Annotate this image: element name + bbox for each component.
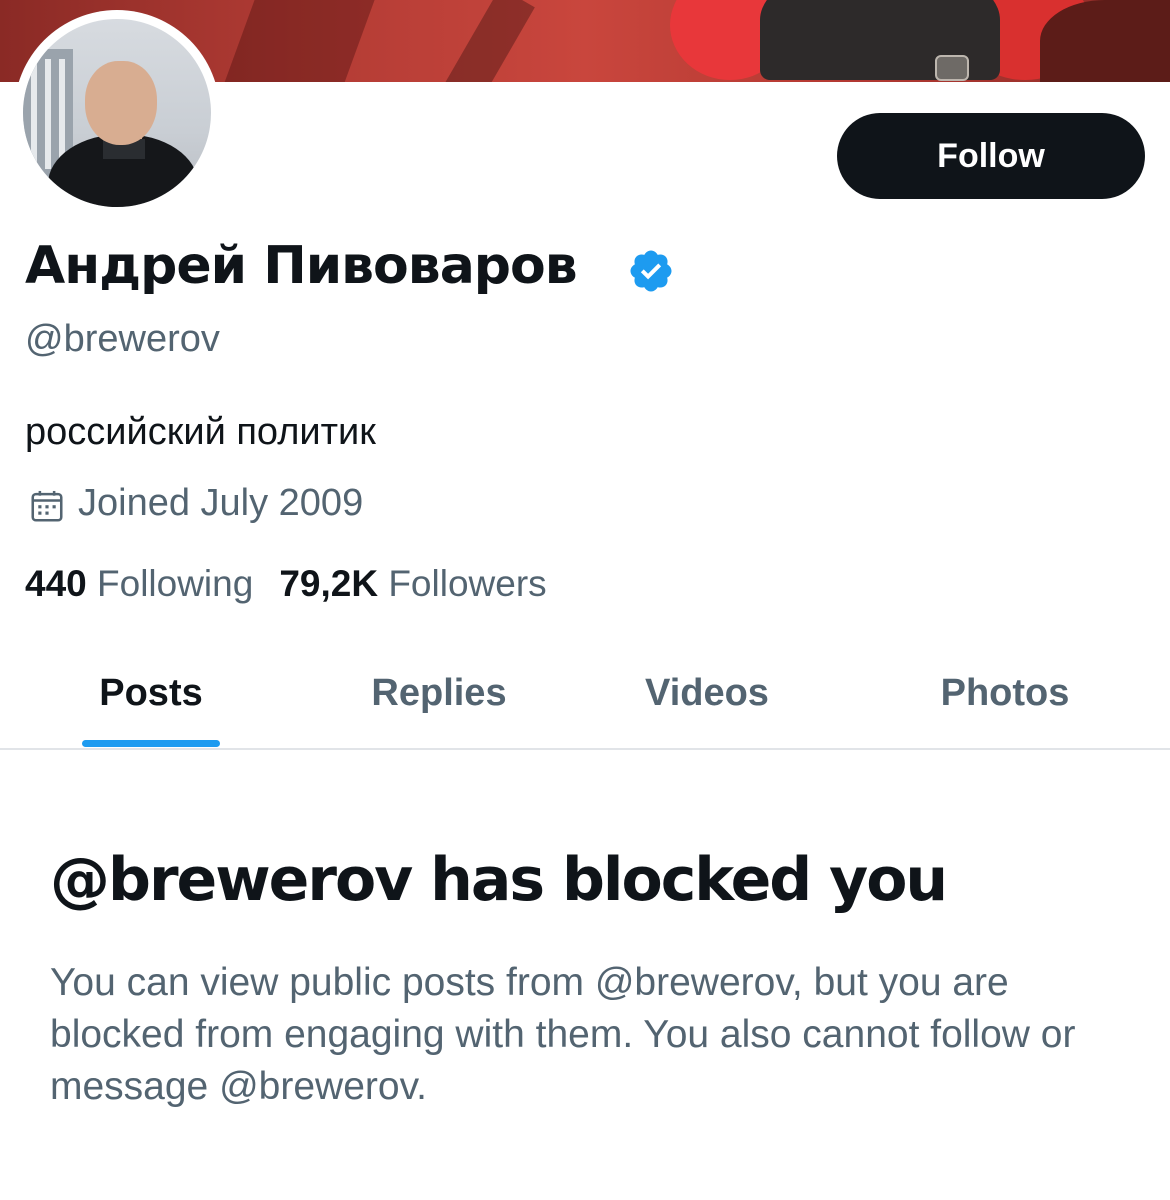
banner-watch [935,55,969,81]
tab-replies[interactable]: Replies [328,640,550,746]
display-name: Андрей Пивоваров [25,236,578,296]
profile-tabs: Posts Replies Videos Photos [0,640,1170,750]
profile-bio: российский политик [25,411,376,453]
follow-stats: 440 Following 79,2K Followers [25,563,547,605]
followers-label: Followers [388,563,547,604]
blocked-message: You can view public posts from @brewerov… [50,961,1076,1108]
joined-date: Joined July 2009 [78,482,364,524]
avatar[interactable] [23,19,211,207]
banner-chair [1040,0,1170,82]
banner-decoration [445,0,535,82]
tab-posts[interactable]: Posts [40,640,262,746]
followers-count: 79,2K [279,563,379,604]
profile-page: Follow Андрей Пивоваров @brewerov россий… [0,0,1170,1200]
profile-handle: @brewerov [25,318,220,360]
active-tab-indicator [82,740,220,747]
following-link[interactable]: 440 Following [25,563,253,604]
tab-photos[interactable]: Photos [894,640,1116,746]
followers-link[interactable]: 79,2K Followers [279,563,546,604]
following-count: 440 [25,563,87,604]
follow-button[interactable]: Follow [837,113,1145,199]
avatar-background-windows [31,59,37,169]
banner-decoration [218,0,382,82]
avatar-head [85,61,157,145]
following-label: Following [97,563,254,604]
blocked-title: @brewerov has blocked you [50,845,948,915]
calendar-icon [31,490,63,522]
tab-videos[interactable]: Videos [596,640,818,746]
verified-badge-icon[interactable] [627,247,675,295]
